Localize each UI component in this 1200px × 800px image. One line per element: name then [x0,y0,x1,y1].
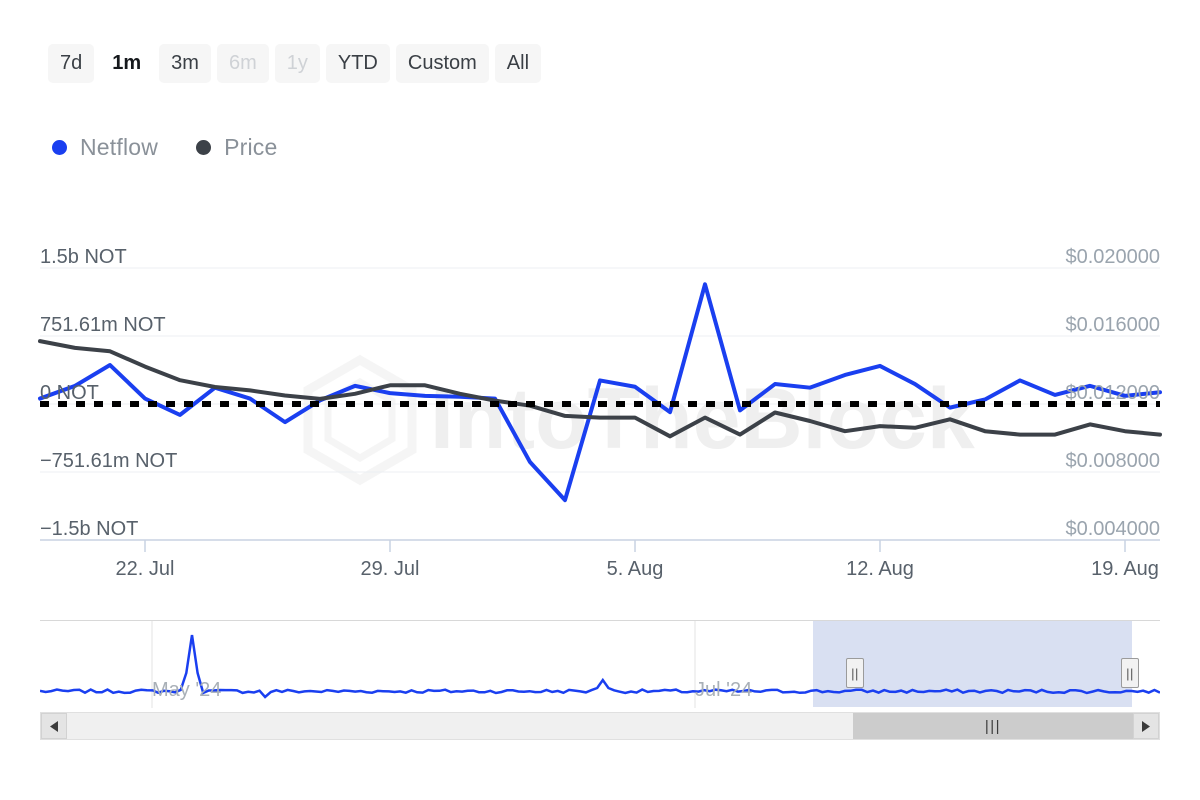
legend-dot-icon [196,140,211,155]
chart-legend: Netflow Price [52,134,278,161]
chart-scrollbar[interactable]: ||| [40,712,1160,740]
y-axis-right-tick-label: $0.016000 [1065,314,1160,337]
scroll-left-arrow-icon[interactable] [41,713,67,739]
triangle-left-icon [50,721,59,732]
triangle-right-icon [1142,721,1151,732]
navigator-handle-right[interactable]: || [1121,658,1139,688]
legend-label: Price [224,134,277,161]
series-line-netflow [40,284,1160,500]
range-button-3m[interactable]: 3m [159,44,211,83]
range-button-custom[interactable]: Custom [396,44,489,83]
scroll-right-arrow-icon[interactable] [1133,713,1159,739]
navigator-month-label: May '24 [152,679,221,702]
legend-label: Netflow [80,134,158,161]
y-axis-right-tick-label: $0.012000 [1065,382,1160,405]
x-axis-tick-label: 5. Aug [607,558,664,581]
range-button-7d[interactable]: 7d [48,44,94,83]
x-axis-tick-label: 22. Jul [116,558,175,581]
range-button-ytd[interactable]: YTD [326,44,390,83]
x-axis-tick-label: 19. Aug [1091,558,1159,581]
series-line-price [40,341,1160,436]
navigator-handle-left[interactable]: || [846,658,864,688]
scrollbar-thumb[interactable]: ||| [853,713,1133,739]
handle-grip-icon: || [1126,667,1134,680]
chart-series-layer [40,284,1160,500]
y-axis-right-tick-label: $0.004000 [1065,518,1160,541]
watermark: IntoTheBlock [308,360,975,480]
watermark-hex-icon [308,360,412,480]
legend-item-price[interactable]: Price [196,134,277,161]
y-axis-left-tick-label: −751.61m NOT [40,450,177,473]
chart-x-tick-marks [145,540,1125,552]
y-axis-right-tick-label: $0.020000 [1065,246,1160,269]
y-axis-right-tick-label: $0.008000 [1065,450,1160,473]
chart-gridlines [40,268,1160,540]
range-button-6m: 6m [217,44,269,83]
handle-grip-icon: || [851,667,859,680]
range-button-1m[interactable]: 1m [100,44,153,83]
y-axis-left-tick-label: 0 NOT [40,382,99,405]
y-axis-left-tick-label: −1.5b NOT [40,518,138,541]
range-selector[interactable]: 7d1m3m6m1yYTDCustomAll [48,44,541,83]
x-axis-tick-label: 12. Aug [846,558,914,581]
range-button-all[interactable]: All [495,44,541,83]
x-axis-tick-label: 29. Jul [361,558,420,581]
legend-item-netflow[interactable]: Netflow [52,134,158,161]
y-axis-left-tick-label: 751.61m NOT [40,314,166,337]
thumb-grip-icon: ||| [985,719,1001,734]
y-axis-left-tick-label: 1.5b NOT [40,246,127,269]
range-button-1y: 1y [275,44,320,83]
legend-dot-icon [52,140,67,155]
watermark-label: IntoTheBlock [430,371,975,467]
navigator-month-label: Jul '24 [695,679,752,702]
